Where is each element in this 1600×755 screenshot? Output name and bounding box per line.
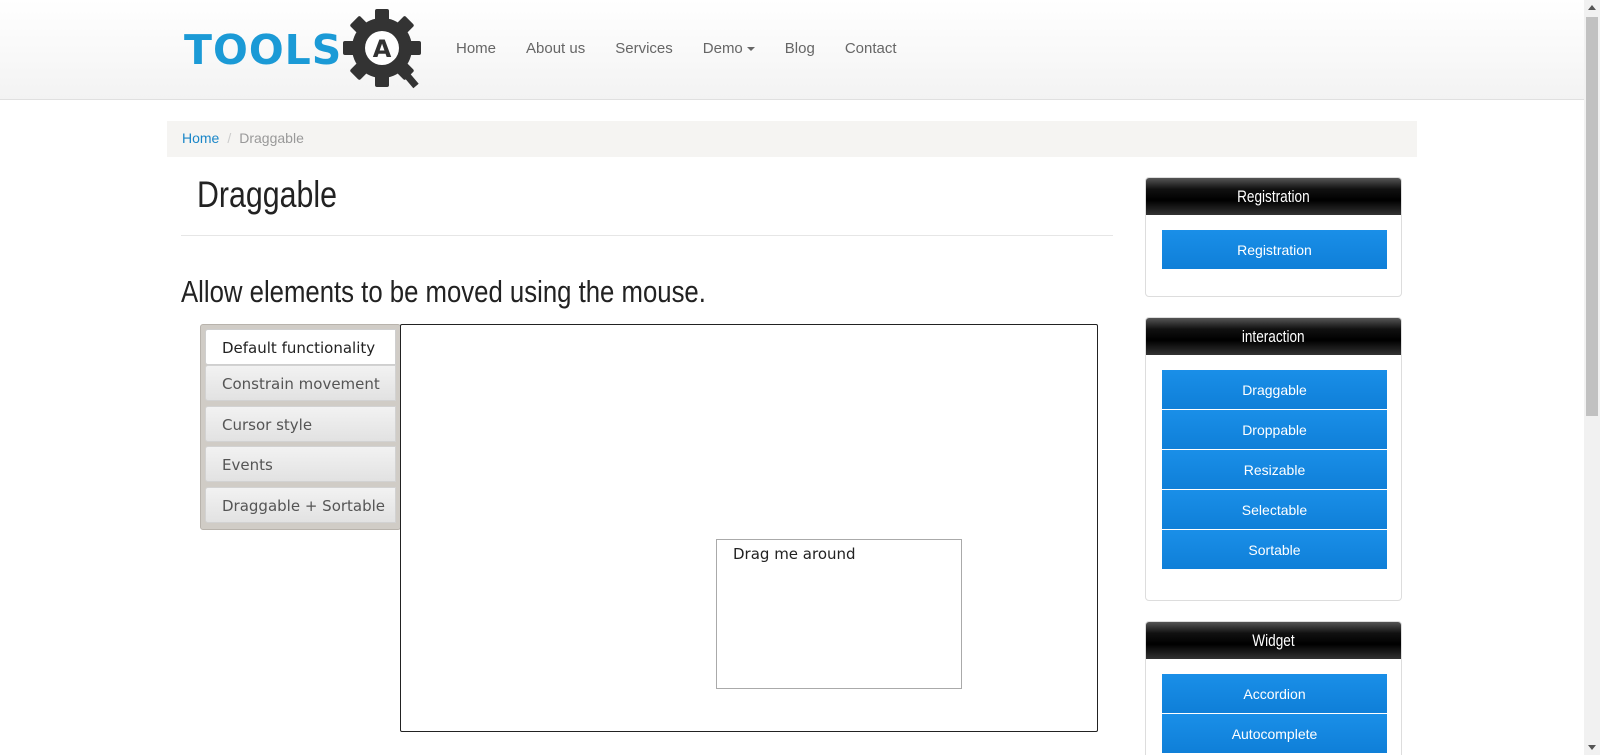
nav-services[interactable]: Services — [615, 40, 673, 57]
tab-default-functionality[interactable]: Default functionality — [205, 329, 396, 365]
registration-button[interactable]: Registration — [1162, 230, 1387, 270]
sidebar-widget: Widget Accordion Autocomplete — [1145, 621, 1402, 755]
page-scrollbar[interactable] — [1584, 0, 1600, 755]
scrollbar-thumb[interactable] — [1586, 17, 1598, 416]
breadcrumb: Home / Draggable — [167, 121, 1417, 157]
breadcrumb-current: Draggable — [239, 130, 304, 146]
draggable-link-button[interactable]: Draggable — [1162, 370, 1387, 410]
resizable-link-button[interactable]: Resizable — [1162, 450, 1387, 490]
sidebar-interaction-title: interaction — [1146, 318, 1401, 355]
selectable-link-button[interactable]: Selectable — [1162, 490, 1387, 530]
scroll-down-arrow-icon[interactable] — [1588, 745, 1596, 750]
title-divider — [181, 235, 1113, 236]
accordion-link-button[interactable]: Accordion — [1162, 674, 1387, 714]
droppable-link-button[interactable]: Droppable — [1162, 410, 1387, 450]
nav-home[interactable]: Home — [456, 40, 496, 57]
top-navbar: TOOLS A Home About us Services Demo Blog… — [0, 0, 1584, 100]
tab-draggable-sortable[interactable]: Draggable + Sortable — [205, 487, 396, 523]
gear-logo-icon: A — [343, 9, 421, 89]
caret-down-icon — [746, 47, 755, 52]
page-subtitle: Allow elements to be moved using the mou… — [181, 274, 706, 309]
page-title: Draggable — [197, 174, 338, 215]
logo-text: TOOLS — [184, 26, 343, 74]
site-logo[interactable]: TOOLS A — [180, 6, 428, 94]
nav-blog[interactable]: Blog — [785, 40, 815, 57]
tab-events[interactable]: Events — [205, 446, 396, 482]
sidebar-interaction: interaction Draggable Droppable Resizabl… — [1145, 317, 1402, 601]
breadcrumb-separator: / — [227, 130, 232, 146]
sidebar-registration: Registration Registration — [1145, 177, 1402, 297]
autocomplete-link-button[interactable]: Autocomplete — [1162, 714, 1387, 754]
tab-constrain-movement[interactable]: Constrain movement — [205, 365, 396, 401]
scroll-up-arrow-icon[interactable] — [1588, 5, 1596, 10]
logo-badge-letter: A — [373, 35, 392, 63]
draggable-box[interactable]: Drag me around — [716, 539, 962, 689]
sidebar-widget-title: Widget — [1146, 622, 1401, 659]
nav-demo-label: Demo — [702, 40, 743, 57]
demo-tabs: Default functionality Constrain movement… — [200, 324, 401, 530]
breadcrumb-home-link[interactable]: Home — [182, 130, 219, 146]
sortable-link-button[interactable]: Sortable — [1162, 530, 1387, 570]
tab-cursor-style[interactable]: Cursor style — [205, 406, 396, 442]
nav-about-us[interactable]: About us — [526, 40, 585, 57]
main-nav: Home About us Services Demo Blog Contact — [441, 40, 912, 57]
nav-contact[interactable]: Contact — [845, 40, 897, 57]
sidebar-registration-title: Registration — [1146, 178, 1401, 215]
nav-demo[interactable]: Demo — [703, 40, 755, 57]
